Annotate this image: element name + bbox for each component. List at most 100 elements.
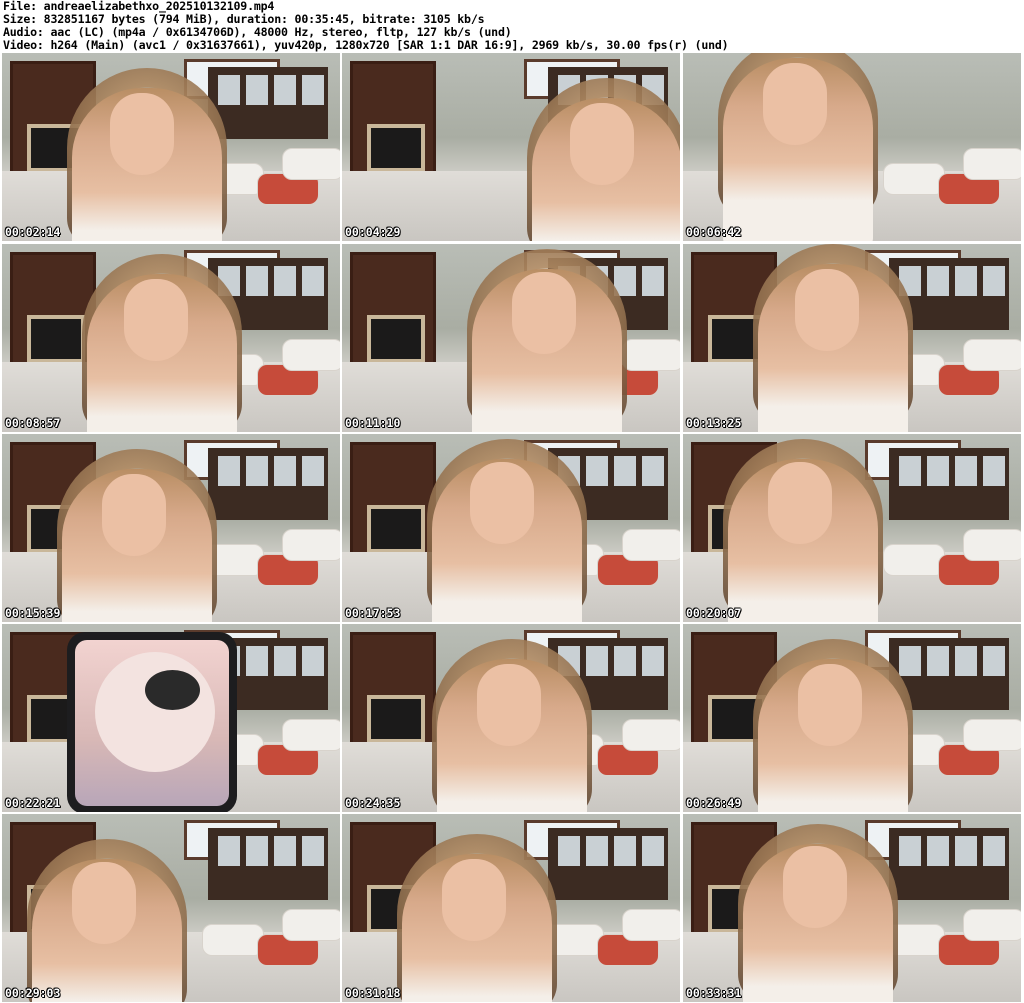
china-cabinet bbox=[208, 67, 328, 139]
video-thumbnail: 00:15:39 bbox=[2, 434, 340, 622]
cabinet-glass-pane bbox=[642, 456, 664, 486]
thumbnail-timestamp: 00:17:53 bbox=[345, 606, 401, 620]
video-thumbnail: 00:24:35 bbox=[342, 624, 680, 812]
cabinet-glass-pane bbox=[927, 646, 949, 676]
pillow bbox=[963, 148, 1021, 180]
video-thumbnail: 00:08:57 bbox=[2, 244, 340, 432]
cabinet-glass-pane bbox=[274, 836, 296, 866]
cabinet-glass-pane bbox=[302, 836, 324, 866]
person-face bbox=[102, 474, 166, 556]
thumbnail-timestamp: 00:06:42 bbox=[686, 225, 742, 239]
thumbnail-timestamp: 00:22:21 bbox=[5, 796, 61, 810]
cabinet-glass-pane bbox=[274, 75, 296, 105]
cabinet-glass-pane bbox=[983, 646, 1005, 676]
thumbnail-timestamp: 00:20:07 bbox=[686, 606, 742, 620]
person-face bbox=[110, 93, 174, 175]
cabinet-glass-pane bbox=[955, 456, 977, 486]
cabinet-glass-pane bbox=[302, 456, 324, 486]
pillow bbox=[622, 529, 680, 561]
china-cabinet bbox=[208, 448, 328, 520]
fireplace bbox=[350, 632, 436, 758]
cabinet-glass-pane bbox=[642, 266, 664, 296]
thumbnail-grid: 00:02:14 00:04:29 00:06:42 00:08:57 00:11:10… bbox=[0, 53, 1024, 1003]
cabinet-glass-pane bbox=[218, 75, 240, 105]
thumbnail-timestamp: 00:08:57 bbox=[5, 416, 61, 430]
cabinet-glass-pane bbox=[899, 456, 921, 486]
video-thumbnail: 00:06:42 bbox=[683, 53, 1021, 241]
cabinet-glass-pane bbox=[899, 836, 921, 866]
cabinet-glass-pane bbox=[586, 646, 608, 676]
fireplace bbox=[350, 442, 436, 568]
cabinet-glass-pane bbox=[983, 456, 1005, 486]
fireplace-hearth bbox=[367, 695, 425, 743]
pillow bbox=[282, 909, 340, 941]
video-thumbnail: 00:04:29 bbox=[342, 53, 680, 241]
pillow bbox=[282, 719, 340, 751]
thumbnail-timestamp: 00:13:25 bbox=[686, 416, 742, 430]
cabinet-glass-pane bbox=[614, 836, 636, 866]
china-cabinet bbox=[889, 448, 1009, 520]
cabinet-glass-pane bbox=[955, 266, 977, 296]
fireplace-hearth bbox=[27, 315, 85, 363]
video-thumbnail: 00:17:53 bbox=[342, 434, 680, 622]
cabinet-glass-pane bbox=[246, 646, 268, 676]
video-thumbnail: 00:26:49 bbox=[683, 624, 1021, 812]
cabinet-glass-pane bbox=[246, 456, 268, 486]
pillow bbox=[963, 529, 1021, 561]
pillow bbox=[883, 544, 945, 576]
pillow bbox=[883, 163, 945, 195]
video-info-header: File: andreaelizabethxo_202510132109.mp4… bbox=[3, 0, 1021, 52]
pillow bbox=[202, 924, 264, 956]
person-face bbox=[477, 664, 541, 746]
cabinet-glass-pane bbox=[246, 75, 268, 105]
thumbnail-timestamp: 00:04:29 bbox=[345, 225, 401, 239]
china-cabinet bbox=[208, 828, 328, 900]
cabinet-glass-pane bbox=[927, 266, 949, 296]
cabinet-glass-pane bbox=[586, 836, 608, 866]
thumbnail-timestamp: 00:29:03 bbox=[5, 986, 61, 1000]
person-face bbox=[795, 269, 859, 351]
china-cabinet bbox=[889, 828, 1009, 900]
cabinet-glass-pane bbox=[302, 75, 324, 105]
pillow bbox=[622, 339, 680, 371]
phone-with-dog-photo bbox=[67, 632, 237, 812]
video-thumbnail: 00:13:25 bbox=[683, 244, 1021, 432]
person-face bbox=[763, 63, 827, 145]
video-thumbnail: 00:29:03 bbox=[2, 814, 340, 1002]
thumbnail-timestamp: 00:24:35 bbox=[345, 796, 401, 810]
person-face bbox=[783, 846, 847, 928]
video-thumbnail: 00:20:07 bbox=[683, 434, 1021, 622]
cabinet-glass-pane bbox=[983, 836, 1005, 866]
pillow bbox=[963, 719, 1021, 751]
video-thumbnail: 00:11:10 bbox=[342, 244, 680, 432]
cabinet-glass-pane bbox=[642, 646, 664, 676]
fireplace-hearth bbox=[367, 505, 425, 553]
thumbnail-timestamp: 00:26:49 bbox=[686, 796, 742, 810]
thumbnail-timestamp: 00:31:18 bbox=[345, 986, 401, 1000]
person-face bbox=[768, 462, 832, 544]
fireplace bbox=[350, 252, 436, 378]
cabinet-glass-pane bbox=[927, 836, 949, 866]
person-face bbox=[72, 862, 136, 944]
cabinet-glass-pane bbox=[558, 836, 580, 866]
thumbnail-timestamp: 00:15:39 bbox=[5, 606, 61, 620]
video-thumbnail: 00:22:21 bbox=[2, 624, 340, 812]
person-face bbox=[470, 462, 534, 544]
pillow bbox=[282, 529, 340, 561]
fireplace-hearth bbox=[367, 124, 425, 172]
cabinet-glass-pane bbox=[899, 646, 921, 676]
dog-face bbox=[95, 652, 215, 772]
video-thumbnail: 00:31:18 bbox=[342, 814, 680, 1002]
pillow bbox=[622, 719, 680, 751]
pillow bbox=[963, 339, 1021, 371]
person-face bbox=[798, 664, 862, 746]
video-thumbnail: 00:33:31 bbox=[683, 814, 1021, 1002]
cabinet-glass-pane bbox=[927, 456, 949, 486]
cabinet-glass-pane bbox=[955, 646, 977, 676]
cabinet-glass-pane bbox=[614, 456, 636, 486]
person-face bbox=[570, 103, 634, 185]
dog-eye-patch bbox=[145, 670, 200, 710]
thumbnail-timestamp: 00:11:10 bbox=[345, 416, 401, 430]
cabinet-glass-pane bbox=[246, 266, 268, 296]
pillow bbox=[282, 339, 340, 371]
